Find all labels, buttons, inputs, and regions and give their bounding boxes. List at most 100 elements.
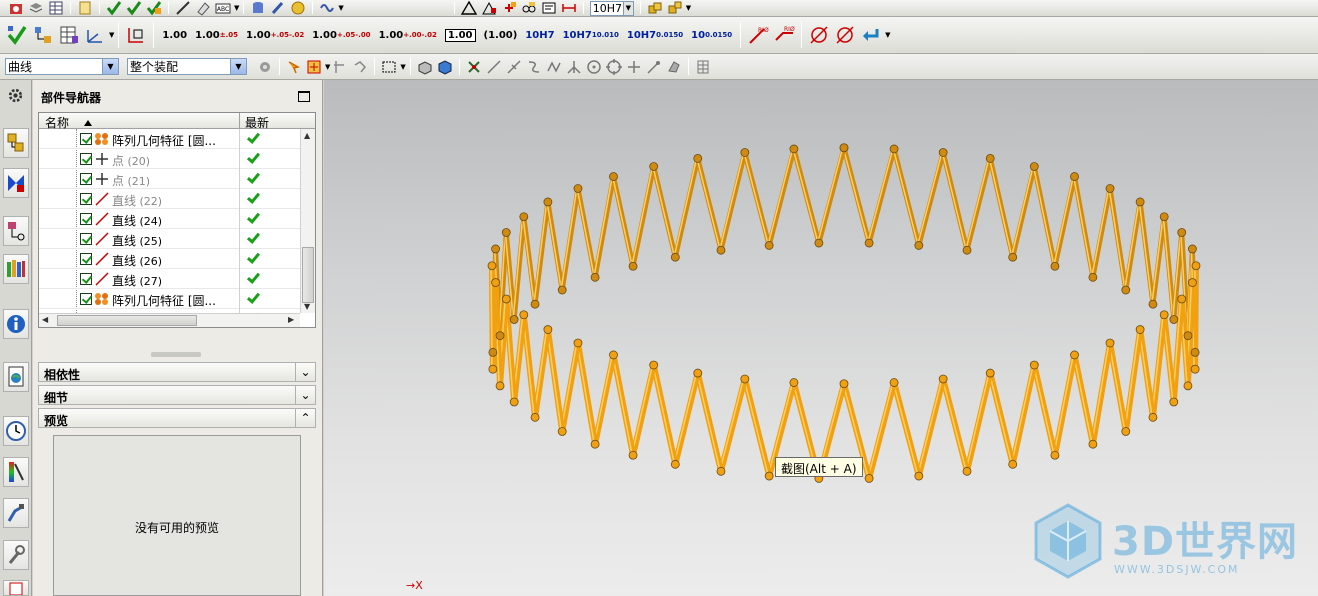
datum-csys-icon[interactable] <box>125 24 147 46</box>
chevron-down-icon[interactable]: ▼ <box>338 4 343 12</box>
database-icon[interactable] <box>250 0 266 16</box>
layers-icon[interactable] <box>28 0 44 16</box>
sketch-icon[interactable] <box>175 0 191 16</box>
system-materials-tab[interactable] <box>3 457 29 487</box>
tree-row[interactable]: 阵列几何特征 [圆... <box>39 289 300 309</box>
chevron-down-icon[interactable]: ▼ <box>109 31 114 39</box>
cube-icon[interactable] <box>437 59 453 75</box>
snap-control-icon[interactable] <box>526 59 542 75</box>
check-curve-icon[interactable] <box>126 0 142 16</box>
visibility-checkbox[interactable] <box>80 193 92 205</box>
notes-icon[interactable] <box>77 0 93 16</box>
visibility-checkbox[interactable] <box>80 153 92 165</box>
scroll-left-icon[interactable]: ◀ <box>42 315 48 324</box>
eraser-icon[interactable] <box>195 0 211 16</box>
maximize-icon[interactable] <box>298 91 310 102</box>
fit-button[interactable]: 10 0.015 0 <box>691 30 732 40</box>
triangle-icon[interactable] <box>460 0 477 16</box>
tolerance-button[interactable]: 1.00 +.00 -.02 <box>379 30 437 40</box>
tree-row[interactable]: 直线 (22) <box>39 189 300 209</box>
spring-icon[interactable] <box>319 0 335 16</box>
snap-midpoint-icon[interactable] <box>506 59 522 75</box>
fit-button[interactable]: 10H7 <box>525 30 554 40</box>
datum-icon[interactable] <box>481 0 497 16</box>
paren-value-button[interactable]: (1.00) <box>484 17 518 53</box>
panel-splitter[interactable] <box>151 352 201 357</box>
snap-existing-point-icon[interactable] <box>626 59 642 75</box>
structure-icon[interactable] <box>32 24 54 46</box>
tree-row[interactable]: 阵列几何特征 [圆... <box>39 129 300 149</box>
scroll-down-icon[interactable]: ▼ <box>304 302 310 311</box>
check-mate-icon[interactable] <box>6 24 28 46</box>
details-panel-header[interactable]: 细节 ⌄ <box>38 385 316 405</box>
undo-select-icon[interactable] <box>352 59 368 75</box>
component-icon[interactable] <box>667 0 683 16</box>
hd3d-tools-tab[interactable] <box>3 309 29 339</box>
fit-button[interactable]: 10H7 10.01 0 <box>563 30 619 40</box>
horizontal-scrollbar[interactable]: ◀ ▶ <box>39 313 300 327</box>
rio-leader-icon[interactable]: RIØ <box>773 24 795 46</box>
chevron-down-icon[interactable]: ▼ <box>234 4 239 12</box>
check-geometry-icon[interactable] <box>106 0 122 16</box>
web-browser-tab[interactable] <box>3 362 29 392</box>
tree-row[interactable]: 点 (20) <box>39 149 300 169</box>
tolerance-button[interactable]: 1.00 <box>162 30 187 40</box>
scroll-thumb[interactable] <box>57 315 197 326</box>
axis-dropdown-icon[interactable] <box>84 24 106 46</box>
diameter-icon[interactable] <box>808 24 830 46</box>
return-arrow-icon[interactable] <box>860 24 882 46</box>
filter-gear-icon[interactable] <box>257 59 273 75</box>
chevron-down-icon[interactable]: ▼ <box>885 31 890 39</box>
rectangle-select-icon[interactable] <box>381 59 397 75</box>
snap-circle-icon[interactable] <box>586 59 602 75</box>
scroll-right-icon[interactable]: ▶ <box>288 315 294 324</box>
visibility-checkbox[interactable] <box>80 233 92 245</box>
snap-points-icon[interactable] <box>466 59 482 75</box>
process-studio-tab[interactable] <box>3 498 29 528</box>
selection-scope-select[interactable]: 整个装配 ▼ <box>127 58 247 75</box>
tree-row[interactable]: 直线 (25) <box>39 229 300 249</box>
visibility-checkbox[interactable] <box>80 133 92 145</box>
snap-quadrant-icon[interactable] <box>605 58 622 75</box>
snap-intersection-icon[interactable] <box>546 59 562 75</box>
tree-row[interactable]: 直线 (27) <box>39 269 300 289</box>
more-tab[interactable] <box>3 580 29 596</box>
snap-endpoint-icon[interactable] <box>486 59 502 75</box>
tolerance-button[interactable]: 1.00 ±.05 <box>195 30 238 40</box>
weld-icon[interactable] <box>521 0 537 16</box>
tree-row[interactable]: 直线 (24) <box>39 209 300 229</box>
visibility-checkbox[interactable] <box>80 253 92 265</box>
add-feature-icon[interactable] <box>501 0 517 16</box>
visibility-checkbox[interactable] <box>80 213 92 225</box>
boxed-value-button[interactable]: 1.00 <box>444 17 476 53</box>
fit-combo[interactable]: 10H7 ▼ <box>589 0 634 16</box>
tolerance-button[interactable]: 1.00 +.05 -.02 <box>246 30 304 40</box>
reuse-library-tab[interactable] <box>3 254 29 284</box>
tree-row[interactable]: 点 (21) <box>39 169 300 189</box>
scroll-thumb[interactable] <box>302 247 314 303</box>
chevron-down-icon[interactable]: ▼ <box>686 4 691 12</box>
snap-on-face-icon[interactable] <box>666 59 682 75</box>
chevron-down-icon[interactable]: ▼ <box>400 63 405 71</box>
tree-row[interactable]: 直线 (26) <box>39 249 300 269</box>
brush-icon[interactable] <box>270 0 286 16</box>
coin-icon[interactable] <box>290 0 306 16</box>
chevron-up-icon[interactable]: ⌃ <box>295 409 315 427</box>
type-filter-select[interactable]: 曲线 ▼ <box>5 58 119 75</box>
assembly-navigator-tab[interactable] <box>3 128 29 158</box>
text-abc-icon[interactable]: ABC <box>215 0 231 16</box>
scroll-up-icon[interactable]: ▲ <box>304 131 310 140</box>
preview-panel-header[interactable]: 预览 ⌃ <box>38 408 316 428</box>
snap-arc-center-icon[interactable] <box>566 59 582 75</box>
vertical-scrollbar[interactable]: ▲ ▼ <box>300 129 315 313</box>
gear-icon[interactable] <box>7 87 24 104</box>
chevron-down-icon[interactable]: ⌄ <box>295 386 315 404</box>
select-box-icon[interactable] <box>306 59 322 75</box>
fit-button[interactable]: 10H7 0.015 0 <box>627 30 683 40</box>
constraint-navigator-tab[interactable] <box>3 168 29 198</box>
diameter-dim-icon[interactable] <box>834 24 856 46</box>
tolerance-button[interactable]: 1.00 +.05 -.00 <box>312 30 370 40</box>
graphics-window[interactable]: 截图(Alt + A) →X 3D世界网 WWW.3DSJW.COM <box>324 80 1318 596</box>
visibility-checkbox[interactable] <box>80 293 92 305</box>
dimension-icon[interactable] <box>561 0 577 16</box>
